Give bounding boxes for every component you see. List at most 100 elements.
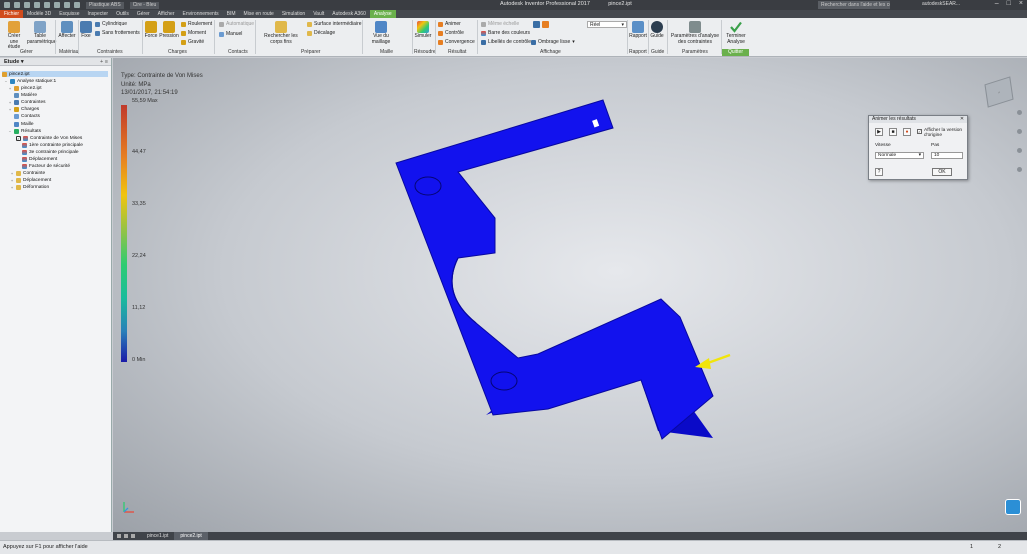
tab-bim[interactable]: BIM [223,10,240,18]
frictionless-constraint-button[interactable]: Sans frottements [95,30,140,36]
close-icon[interactable]: ✕ [959,116,965,122]
tab-analyse[interactable]: Analyse [369,10,396,18]
stop-button[interactable]: ■ [889,128,897,136]
new-icon[interactable] [4,2,10,8]
save-icon[interactable] [24,2,30,8]
checkbox-icon[interactable]: ✓ [16,135,21,141]
cascade-icon[interactable] [124,534,128,538]
tab-mise-en-route[interactable]: Mise en route [240,10,278,18]
tab-vault[interactable]: Vault [309,10,328,18]
tree-item-contacts[interactable]: Contacts [14,113,40,119]
tree-item-constraints[interactable]: + Contraintes [8,99,46,105]
tree-item-principal-1[interactable]: 1ère contrainte principale [22,142,83,148]
expand-icon[interactable]: + [8,107,12,112]
mesh-view-button[interactable]: Vue du maillage [364,21,398,45]
help-button[interactable]: ? [875,168,883,176]
expand-icon[interactable]: + [8,100,12,105]
tree-item-material[interactable]: Matière [14,92,37,98]
bearing-button[interactable]: Roulement [181,21,212,27]
tree-item-analysis[interactable]: − Analyse statique:1 [4,78,56,84]
tab-outils[interactable]: Outils [112,10,133,18]
same-scale-button[interactable]: Même échelle [481,21,519,27]
play-button[interactable]: ▶ [875,128,883,136]
orbit-icon[interactable] [1017,148,1022,153]
tree-item-strain-folder[interactable]: + Déformation [10,184,49,190]
tree-item-von-mises[interactable]: ✓ Contrainte de Von Mises [16,135,82,141]
close-icon[interactable]: × [1019,0,1023,7]
tree-item-part-ref[interactable]: + pince2.ipt [8,85,42,91]
assign-material-button[interactable]: Affecter [58,21,76,40]
collapse-icon[interactable]: − [4,79,8,84]
collapse-icon[interactable]: − [8,129,12,134]
tile-icon[interactable] [117,534,121,538]
probe-button[interactable]: Contrôle [438,30,464,36]
record-button[interactable]: ● [903,128,911,136]
guide-button[interactable]: Guide [650,21,664,40]
manual-contacts-button[interactable]: Manuel [219,31,242,37]
auto-contacts-button[interactable]: Automatique [219,21,254,27]
expand-icon[interactable]: + [10,178,14,183]
minimize-icon[interactable]: – [995,0,999,7]
finish-analysis-button[interactable]: Terminer Analyse [723,21,749,45]
tree-item-results[interactable]: − Résultats [8,128,41,134]
redo-icon[interactable] [44,2,50,8]
tab-modele-3d[interactable]: Modèle 3D [23,10,55,18]
tree-item-loads[interactable]: + Charges [8,106,39,112]
tab-environnements[interactable]: Environnements [179,10,223,18]
expand-icon[interactable]: + [10,185,14,190]
update-icon[interactable] [74,2,80,8]
doc-tab-pince1[interactable]: pince1.ipt [141,532,174,540]
open-icon[interactable] [14,2,20,8]
show-original-checkbox[interactable]: ✓ [917,129,922,134]
help-search-input[interactable]: Rechercher dans l'aide et les com [818,1,890,9]
deformation-scale-select[interactable]: Réel ▾ [587,21,627,28]
pan-icon[interactable] [1017,110,1022,115]
tree-item-displacement[interactable]: Déplacement [22,156,57,162]
user-account[interactable]: autodeskSEAR... [922,1,960,7]
offset-button[interactable]: Décalage [307,30,335,36]
moment-button[interactable]: Moment [181,30,206,36]
parametric-table-button[interactable]: Table paramétrique [27,21,56,45]
probe-labels-button[interactable]: Libellés de contrôle [481,39,531,45]
create-study-button[interactable]: Créer une étude [3,21,25,51]
list-icon[interactable] [131,534,135,538]
midsurface-button[interactable]: Surface intermédiaire [307,21,362,27]
steps-input[interactable]: 10 [931,152,963,159]
tab-afficher[interactable]: Afficher [154,10,179,18]
gravity-button[interactable]: Gravité [181,39,204,45]
cylindrical-constraint-button[interactable]: Cylindrique [95,21,127,27]
speed-select[interactable]: Normale ▾ [875,152,924,159]
max-value-icon[interactable] [542,21,549,28]
tree-item-mesh[interactable]: Maille [14,121,34,127]
tab-esquisse[interactable]: Esquisse [55,10,83,18]
simulate-button[interactable]: Simuler [413,21,433,40]
boundary-conditions-icon[interactable] [533,21,540,28]
tree-item-displacement-folder[interactable]: + Déplacement [10,177,51,183]
tab-fichier[interactable]: Fichier [0,10,24,18]
chevron-down-icon[interactable]: ▾ [21,59,24,65]
tab-gerer[interactable]: Gérer [133,10,154,18]
tree-item-part[interactable]: pince2.ipt [2,71,108,77]
expand-icon[interactable]: + [10,171,14,176]
steering-wheel-icon[interactable] [1005,499,1021,515]
fixed-constraint-button[interactable]: Fixe [80,21,92,40]
expand-icon[interactable]: + [8,86,12,91]
add-icon[interactable]: + [100,59,103,65]
tree-item-stress-folder[interactable]: + Contrainte [10,170,45,176]
force-button[interactable]: Force [144,21,158,40]
tab-inspecter[interactable]: Inspecter [84,10,113,18]
tab-simulation[interactable]: Simulation [278,10,309,18]
color-bar-button[interactable]: Barre des couleurs [481,30,530,36]
animate-button[interactable]: Animer [438,21,461,27]
pressure-button[interactable]: Pression [159,21,179,40]
home-icon[interactable] [54,2,60,8]
smooth-shading-button[interactable]: Ombrage lisse ▾ [531,39,575,45]
appearance-combo[interactable]: Cire - Bleu [129,1,160,9]
zoom-icon[interactable] [1017,129,1022,134]
tree-item-safety-factor[interactable]: Facteur de sécurité [22,163,70,169]
report-button[interactable]: Rapport [629,21,647,40]
undo-icon[interactable] [34,2,40,8]
ok-button[interactable]: OK [932,168,952,176]
tree-item-principal-3[interactable]: 3e contrainte principale [22,149,79,155]
stress-analysis-settings-button[interactable]: Paramètres d'analyse des contraintes [669,21,721,45]
